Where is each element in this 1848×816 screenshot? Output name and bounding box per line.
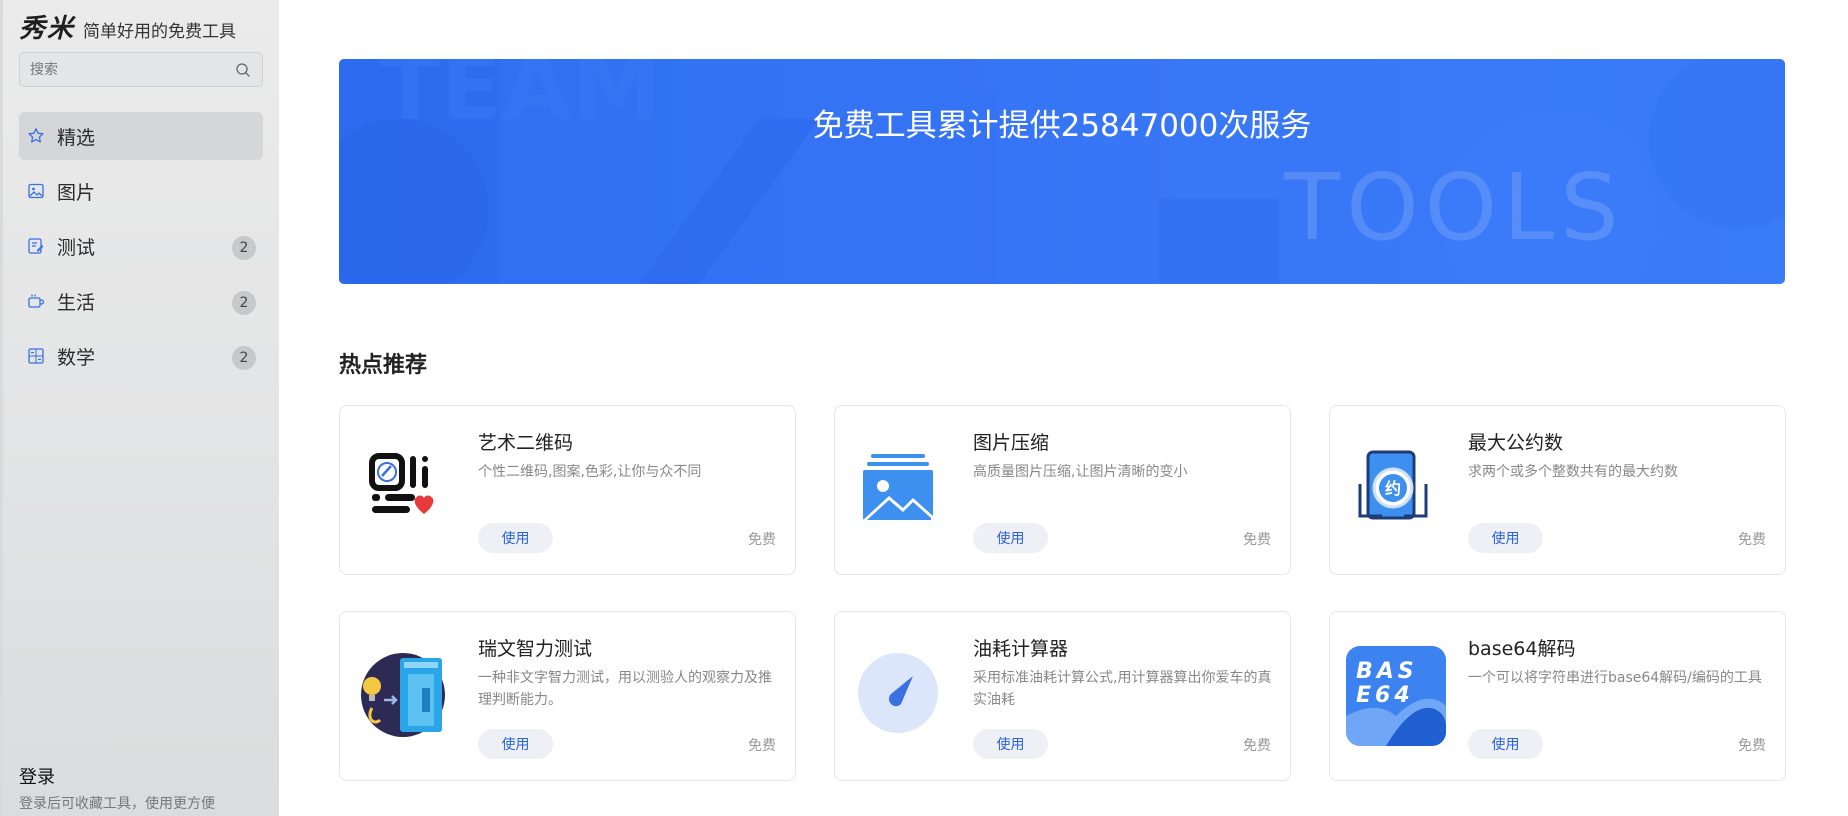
use-button[interactable]: 使用	[973, 729, 1048, 759]
free-tag: 免费	[1243, 532, 1271, 548]
use-button[interactable]: 使用	[1468, 523, 1543, 553]
sidebar-item-featured[interactable]: 精选	[19, 112, 263, 160]
image-icon	[27, 182, 45, 200]
count-badge: 2	[232, 346, 256, 370]
base64-icon: BAS E64	[1346, 646, 1446, 746]
app-root: 秀米 简单好用的免费工具 精选 图片	[0, 0, 1848, 816]
use-button[interactable]: 使用	[478, 729, 553, 759]
free-tag: 免费	[1738, 532, 1766, 548]
tool-card[interactable]: 瑞文智力测试 一种非文字智力测试，用以测验人的观察力及推理判断能力。 使用 免费	[339, 611, 796, 781]
sidebar-item-label: 生活	[57, 291, 96, 314]
brand[interactable]: 秀米 简单好用的免费工具	[19, 8, 236, 45]
card-description: 高质量图片压缩,让图片清晰的变小	[973, 464, 1188, 480]
section-title: 热点推荐	[339, 353, 428, 378]
card-title: 图片压缩	[973, 432, 1050, 454]
sidebar-item-label: 图片	[57, 181, 96, 204]
calculator-icon	[27, 347, 45, 365]
base64-icon-text: E64	[1356, 683, 1414, 708]
fuel-gauge-icon	[858, 653, 938, 733]
sidebar-item-math[interactable]: 数学 2	[19, 332, 263, 380]
use-button[interactable]: 使用	[1468, 729, 1543, 759]
sidebar-item-life[interactable]: 生活 2	[19, 277, 263, 325]
card-title: 油耗计算器	[973, 638, 1069, 660]
sidebar-nav: 精选 图片 测试 2 生活 2 数学 2	[19, 112, 263, 387]
count-badge: 2	[232, 236, 256, 260]
raven-test-icon	[361, 653, 445, 737]
banner: TEAM TOOLS 免费工具累计提供25847000次服务	[339, 59, 1785, 284]
card-description: 求两个或多个整数共有的最大约数	[1468, 464, 1678, 480]
login-link[interactable]: 登录	[19, 763, 215, 789]
banner-deco-word: TOOLS	[1283, 154, 1625, 261]
banner-headline: 免费工具累计提供25847000次服务	[812, 108, 1312, 144]
login-block: 登录 登录后可收藏工具，使用更方便	[19, 763, 215, 813]
login-hint: 登录后可收藏工具，使用更方便	[19, 796, 215, 812]
gcd-icon-text: 约	[1385, 479, 1401, 498]
card-description: 一个可以将字符串进行base64解码/编码的工具	[1468, 670, 1762, 686]
use-button[interactable]: 使用	[478, 523, 553, 553]
card-description: 个性二维码,图案,色彩,让你与众不同	[478, 464, 702, 480]
search-input[interactable]	[20, 53, 220, 86]
search-icon[interactable]	[235, 62, 251, 78]
card-description: 采用标准油耗计算公式,用计算器算出你爱车的真实油耗	[973, 670, 1272, 708]
sidebar: 秀米 简单好用的免费工具 精选 图片	[0, 0, 279, 816]
edit-doc-icon	[27, 237, 45, 255]
base64-icon-text: BAS	[1356, 659, 1418, 684]
brand-logo[interactable]: 秀米	[19, 8, 75, 45]
sidebar-item-label: 测试	[57, 236, 96, 259]
tool-card[interactable]: 约 最大公约数 求两个或多个整数共有的最大约数 使用 免费	[1329, 405, 1786, 575]
gcd-icon: 约	[1358, 450, 1428, 520]
search-box	[19, 52, 263, 87]
banner-decoration: TEAM TOOLS	[339, 59, 1785, 284]
card-title: 艺术二维码	[478, 432, 574, 454]
tool-card[interactable]: 图片压缩 高质量图片压缩,让图片清晰的变小 使用 免费	[834, 405, 1291, 575]
free-tag: 免费	[748, 738, 776, 754]
brand-slogan: 简单好用的免费工具	[83, 22, 237, 42]
tool-card[interactable]: 艺术二维码 个性二维码,图案,色彩,让你与众不同 使用 免费	[339, 405, 796, 575]
free-tag: 免费	[748, 532, 776, 548]
card-title: base64解码	[1468, 638, 1576, 660]
free-tag: 免费	[1738, 738, 1766, 754]
tool-card[interactable]: 油耗计算器 采用标准油耗计算公式,用计算器算出你爱车的真实油耗 使用 免费	[834, 611, 1291, 781]
tool-card[interactable]: BAS E64 base64解码 一个可以将字符串进行base64解码/编码的工…	[1329, 611, 1786, 781]
sidebar-item-images[interactable]: 图片	[19, 167, 263, 215]
cup-icon	[27, 292, 45, 310]
count-badge: 2	[232, 291, 256, 315]
card-title: 瑞文智力测试	[478, 638, 593, 660]
sidebar-item-label: 数学	[57, 346, 96, 369]
art-qrcode-icon	[369, 453, 434, 514]
use-button[interactable]: 使用	[973, 523, 1048, 553]
free-tag: 免费	[1243, 738, 1271, 754]
star-icon	[27, 127, 45, 145]
card-title: 最大公约数	[1468, 432, 1564, 454]
card-description: 一种非文字智力测试，用以测验人的观察力及推理判断能力。	[478, 670, 772, 708]
image-compress-icon	[863, 454, 933, 520]
sidebar-item-tests[interactable]: 测试 2	[19, 222, 263, 270]
sidebar-item-label: 精选	[57, 126, 96, 149]
